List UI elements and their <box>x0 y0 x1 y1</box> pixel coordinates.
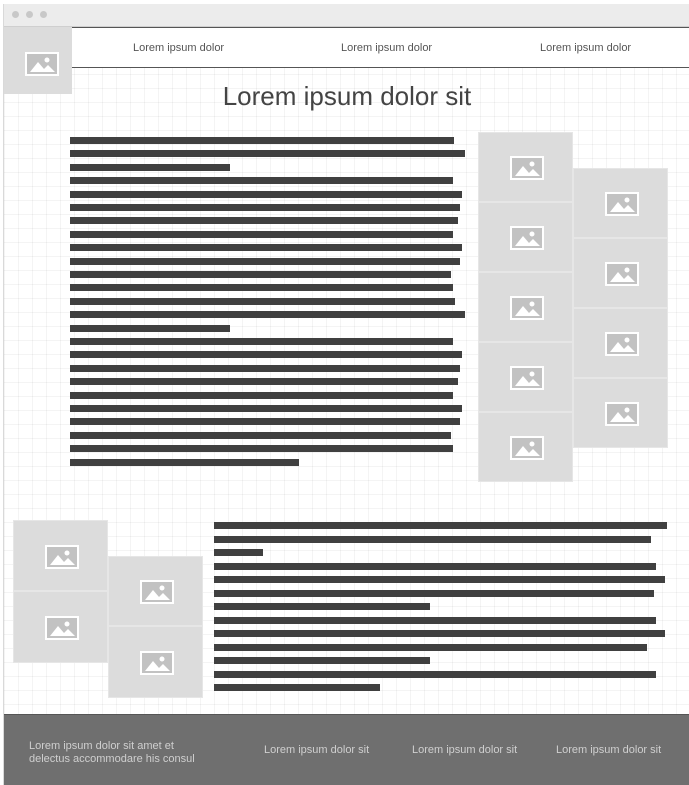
footer-about-line: delectus accommodare his consul <box>29 753 195 765</box>
footer-link-3[interactable]: Lorem ipsum dolor sit <box>556 744 661 757</box>
image-placeholder-icon <box>605 262 639 286</box>
text-line-placeholder <box>70 271 451 278</box>
text-line-placeholder <box>214 670 656 678</box>
image-placeholder-icon <box>45 545 79 569</box>
text-line-placeholder <box>214 603 430 610</box>
text-line-placeholder <box>70 364 460 372</box>
image-placeholder-icon <box>605 402 639 426</box>
image-placeholder <box>573 308 668 378</box>
image-placeholder-icon <box>605 192 639 216</box>
text-line-placeholder <box>70 217 458 225</box>
nav-link-1[interactable]: Lorem ipsum dolor <box>133 42 224 54</box>
text-line-placeholder <box>70 351 462 359</box>
text-line-placeholder <box>70 391 453 399</box>
image-placeholder <box>573 378 668 448</box>
image-placeholder <box>13 591 108 663</box>
image-placeholder-icon <box>140 580 174 604</box>
text-line-placeholder <box>70 378 458 386</box>
image-placeholder-icon <box>140 651 174 675</box>
text-line-placeholder <box>214 657 430 664</box>
text-line-placeholder <box>70 190 462 198</box>
text-line-placeholder <box>70 137 454 144</box>
text-line-placeholder <box>70 458 299 466</box>
image-placeholder <box>478 412 573 482</box>
text-line-placeholder <box>70 177 453 185</box>
footer-link-1[interactable]: Lorem ipsum dolor sit <box>264 744 369 757</box>
image-placeholder <box>478 202 573 272</box>
image-placeholder-icon <box>510 436 544 460</box>
page-title: Lorem ipsum dolor sit <box>222 81 472 111</box>
text-line-placeholder <box>214 576 665 583</box>
image-placeholder <box>108 626 203 698</box>
text-line-placeholder <box>70 297 455 305</box>
text-line-placeholder <box>214 630 665 637</box>
text-line-placeholder <box>70 324 230 332</box>
text-line-placeholder <box>70 418 460 426</box>
text-line-placeholder <box>214 549 263 556</box>
text-line-placeholder <box>70 163 230 171</box>
image-placeholder <box>478 272 573 342</box>
footer-about: Lorem ipsum dolor sit amet et delectus a… <box>29 740 195 766</box>
image-placeholder <box>108 556 203 626</box>
footer-link-2[interactable]: Lorem ipsum dolor sit <box>412 744 517 757</box>
text-line-placeholder <box>214 522 667 529</box>
text-line-placeholder <box>214 589 654 597</box>
text-line-placeholder <box>214 616 656 624</box>
text-line-placeholder <box>70 150 465 158</box>
wireframe-page: Lorem ipsum dolor Lorem ipsum dolor Lore… <box>3 4 689 785</box>
text-line-placeholder <box>70 445 453 453</box>
image-placeholder <box>478 132 573 202</box>
text-line-placeholder <box>214 562 656 570</box>
text-line-placeholder <box>214 535 651 543</box>
text-line-placeholder <box>70 284 453 292</box>
text-line-placeholder <box>70 405 462 412</box>
image-placeholder-icon <box>45 616 79 640</box>
text-line-placeholder <box>70 257 460 265</box>
browser-title-bar <box>4 4 689 27</box>
image-placeholder-icon <box>510 296 544 320</box>
image-placeholder-icon <box>510 366 544 390</box>
text-line-placeholder <box>214 684 380 691</box>
footer: Lorem ipsum dolor sit amet et delectus a… <box>4 714 689 785</box>
nav-link-3[interactable]: Lorem ipsum dolor <box>540 42 631 54</box>
image-placeholder <box>13 520 108 591</box>
window-dot-icon <box>12 11 19 18</box>
text-line-placeholder <box>70 431 451 439</box>
text-line-placeholder <box>70 311 465 319</box>
text-line-placeholder <box>70 244 462 252</box>
text-line-placeholder <box>70 204 460 211</box>
text-line-placeholder <box>214 643 647 651</box>
window-dot-icon <box>40 11 47 18</box>
image-placeholder <box>478 342 573 412</box>
image-placeholder-icon <box>510 156 544 180</box>
image-placeholder-icon <box>25 52 59 76</box>
text-line-placeholder <box>70 230 453 238</box>
image-placeholder-icon <box>510 226 544 250</box>
image-placeholder-icon <box>605 332 639 356</box>
text-line-placeholder <box>70 338 453 345</box>
window-dot-icon <box>26 11 33 18</box>
logo[interactable] <box>4 27 72 94</box>
image-placeholder <box>573 238 668 308</box>
footer-about-line: Lorem ipsum dolor sit amet et <box>29 740 174 752</box>
nav-link-2[interactable]: Lorem ipsum dolor <box>341 42 432 54</box>
image-placeholder <box>573 168 668 238</box>
